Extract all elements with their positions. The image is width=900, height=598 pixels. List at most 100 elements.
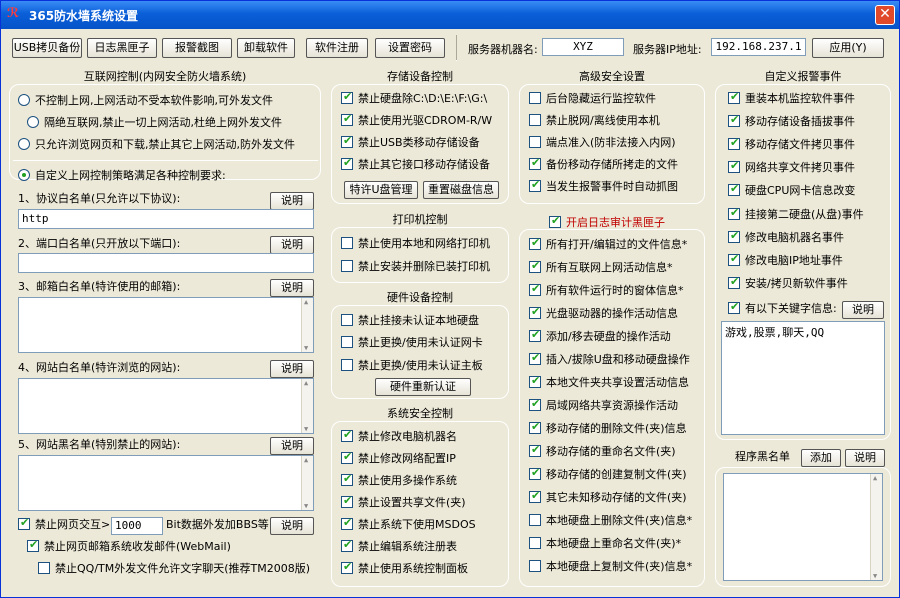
- storage-item-3[interactable]: 禁止其它接口移动存储设备: [341, 155, 490, 175]
- log-box-button[interactable]: 日志黑匣子: [87, 38, 157, 58]
- web-post-explain-button[interactable]: 说明: [270, 517, 314, 535]
- advanced-item-0[interactable]: 后台隐藏运行监控软件: [529, 89, 656, 109]
- syssec-item-5[interactable]: 禁止编辑系统注册表: [341, 537, 457, 557]
- audit-item-4[interactable]: 添加/移去硬盘的操作活动: [529, 327, 671, 347]
- storage-item-label: 禁止使用光驱CDROM-R/W: [358, 114, 493, 127]
- hardware-item-label: 禁止更换/使用未认证网卡: [358, 336, 483, 349]
- alarm-capture-button[interactable]: 报警截图: [162, 38, 232, 58]
- checkbox-icon: [529, 282, 541, 296]
- blacklist-explain-button[interactable]: 说明: [845, 449, 885, 467]
- audit-item-6[interactable]: 本地文件夹共享设置活动信息: [529, 373, 689, 393]
- alarm-item-4[interactable]: 硬盘CPU网卡信息改变: [728, 181, 855, 201]
- special-u-disk-button[interactable]: 特许U盘管理: [344, 181, 418, 199]
- uninstall-button[interactable]: 卸载软件: [237, 38, 295, 58]
- usb-backup-button[interactable]: USB拷贝备份: [12, 38, 82, 58]
- alarm-item-label: 重装本机监控软件事件: [745, 92, 855, 105]
- audit-item-11[interactable]: 其它未知移动存储的文件(夹): [529, 488, 687, 508]
- blacklist-scrollbar[interactable]: [870, 474, 882, 580]
- checkbox-icon: [341, 450, 353, 464]
- reset-disk-button[interactable]: 重置磁盘信息: [423, 181, 499, 199]
- internet-radio-3[interactable]: 自定义上网控制策略满足各种控制要求:: [18, 166, 226, 186]
- advanced-item-3[interactable]: 备份移动存储所拷走的文件: [529, 155, 678, 175]
- keyword-textarea[interactable]: 游戏,股票,聊天,QQ: [721, 321, 885, 435]
- audit-item-2[interactable]: 所有软件运行时的窗体信息*: [529, 281, 684, 301]
- mail-scrollbar[interactable]: [301, 298, 313, 352]
- site-blacklist-explain-button[interactable]: 说明: [270, 437, 314, 455]
- audit-item-3[interactable]: 光盘驱动器的操作活动信息: [529, 304, 678, 324]
- storage-item-1[interactable]: 禁止使用光驱CDROM-R/W: [341, 111, 492, 131]
- internet-radio-0[interactable]: 不控制上网,上网活动不受本软件影响,可外发文件: [18, 91, 273, 111]
- close-button[interactable]: ✕: [875, 5, 895, 25]
- alarm-item-1[interactable]: 移动存储设备插拔事件: [728, 112, 855, 132]
- port-whitelist-input[interactable]: [18, 253, 314, 273]
- hardware-item-1[interactable]: 禁止更换/使用未认证网卡: [341, 333, 483, 353]
- advanced-item-1[interactable]: 禁止脱网/离线使用本机: [529, 111, 660, 131]
- internet-radio-1[interactable]: 隔绝互联网,禁止一切上网活动,杜绝上网外发文件: [27, 113, 282, 133]
- server-name-label: 服务器机器名:: [468, 43, 538, 56]
- syssec-item-1[interactable]: 禁止修改网络配置IP: [341, 449, 456, 469]
- qq-checkbox[interactable]: 禁止QQ/TM外发文件允许文字聊天(推荐TM2008版): [38, 559, 310, 579]
- storage-item-label: 禁止其它接口移动存储设备: [358, 158, 490, 171]
- hardware-header: 硬件设备控制: [387, 291, 453, 304]
- checkbox-icon: [341, 516, 353, 530]
- alarm-item-8[interactable]: 安装/拷贝新软件事件: [728, 274, 848, 294]
- audit-item-1[interactable]: 所有互联网上网活动信息*: [529, 258, 673, 278]
- keyword-explain-button[interactable]: 说明: [842, 301, 884, 319]
- alarm-item-6[interactable]: 修改电脑机器名事件: [728, 228, 844, 248]
- audit-item-9[interactable]: 移动存储的重命名文件(夹): [529, 442, 676, 462]
- storage-item-0[interactable]: 禁止硬盘除C:\D:\E:\F:\G:\: [341, 89, 487, 109]
- apply-button[interactable]: 应用(Y): [812, 38, 884, 58]
- audit-item-8[interactable]: 移动存储的删除文件(夹)信息: [529, 419, 687, 439]
- syssec-item-4[interactable]: 禁止系统下使用MSDOS: [341, 515, 476, 535]
- protocol-explain-button[interactable]: 说明: [270, 192, 314, 210]
- audit-item-0[interactable]: 所有打开/编辑过的文件信息*: [529, 235, 687, 255]
- mail-explain-button[interactable]: 说明: [270, 279, 314, 297]
- alarm-item-2[interactable]: 移动存储文件拷贝事件: [728, 135, 855, 155]
- server-name-field[interactable]: XYZ: [542, 38, 624, 56]
- storage-item-2[interactable]: 禁止USB类移动存储设备: [341, 133, 480, 153]
- advanced-item-2[interactable]: 端点准入(防非法接入内网): [529, 133, 676, 153]
- alarm-item-5[interactable]: 挂接第二硬盘(从盘)事件: [728, 205, 864, 225]
- protocol-whitelist-input[interactable]: http: [18, 209, 314, 229]
- advanced-item-4[interactable]: 当发生报警事件时自动抓图: [529, 177, 678, 197]
- server-ip-field[interactable]: 192.168.237.1: [711, 38, 806, 56]
- hardware-item-0[interactable]: 禁止挂接未认证本地硬盘: [341, 311, 479, 331]
- audit-item-5[interactable]: 插入/拔除U盘和移动硬盘操作: [529, 350, 690, 370]
- alarm-item-0[interactable]: 重装本机监控软件事件: [728, 89, 855, 109]
- hardware-item-2[interactable]: 禁止更换/使用未认证主板: [341, 356, 483, 376]
- site-blacklist-textarea[interactable]: [18, 455, 314, 511]
- checkbox-icon: [529, 178, 541, 192]
- audit-item-12[interactable]: 本地硬盘上删除文件(夹)信息*: [529, 511, 692, 531]
- register-button[interactable]: 软件注册: [306, 38, 368, 58]
- printer-item-1[interactable]: 禁止安装并删除已装打印机: [341, 257, 490, 277]
- syssec-item-0[interactable]: 禁止修改电脑机器名: [341, 427, 457, 447]
- site-whitelist-scrollbar[interactable]: [301, 379, 313, 433]
- alarm-item-3[interactable]: 网络共享文件拷贝事件: [728, 158, 855, 178]
- audit-item-14[interactable]: 本地硬盘上复制文件(夹)信息*: [529, 557, 692, 577]
- keyword-checkbox[interactable]: 有以下关键字信息:: [728, 299, 837, 319]
- syssec-item-6[interactable]: 禁止使用系统控制面板: [341, 559, 468, 579]
- audit-item-7[interactable]: 局域网络共享资源操作活动: [529, 396, 678, 416]
- mail-whitelist-textarea[interactable]: [18, 297, 314, 353]
- blacklist-textarea[interactable]: [723, 473, 883, 581]
- blacklist-add-button[interactable]: 添加: [801, 449, 841, 467]
- port-explain-button[interactable]: 说明: [270, 236, 314, 254]
- keyword-label: 有以下关键字信息:: [745, 302, 837, 315]
- web-post-checkbox[interactable]: 禁止网页交互>: [18, 515, 110, 535]
- site-whitelist-explain-button[interactable]: 说明: [270, 360, 314, 378]
- web-post-bits-input[interactable]: 1000: [111, 517, 163, 535]
- internet-radio-2[interactable]: 只允许浏览网页和下载,禁止其它上网活动,防外发文件: [18, 135, 295, 155]
- alarm-item-7[interactable]: 修改电脑IP地址事件: [728, 251, 843, 271]
- webmail-checkbox[interactable]: 禁止网页邮箱系统收发邮件(WebMail): [27, 537, 231, 557]
- printer-item-0[interactable]: 禁止使用本地和网络打印机: [341, 234, 490, 254]
- site-blacklist-scrollbar[interactable]: [301, 456, 313, 510]
- protocol-whitelist-label: 1、协议白名单(只允许以下协议):: [18, 192, 181, 205]
- site-whitelist-textarea[interactable]: [18, 378, 314, 434]
- set-password-button[interactable]: 设置密码: [375, 38, 445, 58]
- checkbox-icon: [529, 136, 541, 148]
- audit-item-13[interactable]: 本地硬盘上重命名文件(夹)*: [529, 534, 681, 554]
- syssec-item-2[interactable]: 禁止使用多操作系统: [341, 471, 457, 491]
- audit-item-10[interactable]: 移动存储的创建复制文件(夹): [529, 465, 687, 485]
- hardware-reauth-button[interactable]: 硬件重新认证: [375, 378, 471, 396]
- syssec-item-3[interactable]: 禁止设置共享文件(夹): [341, 493, 466, 513]
